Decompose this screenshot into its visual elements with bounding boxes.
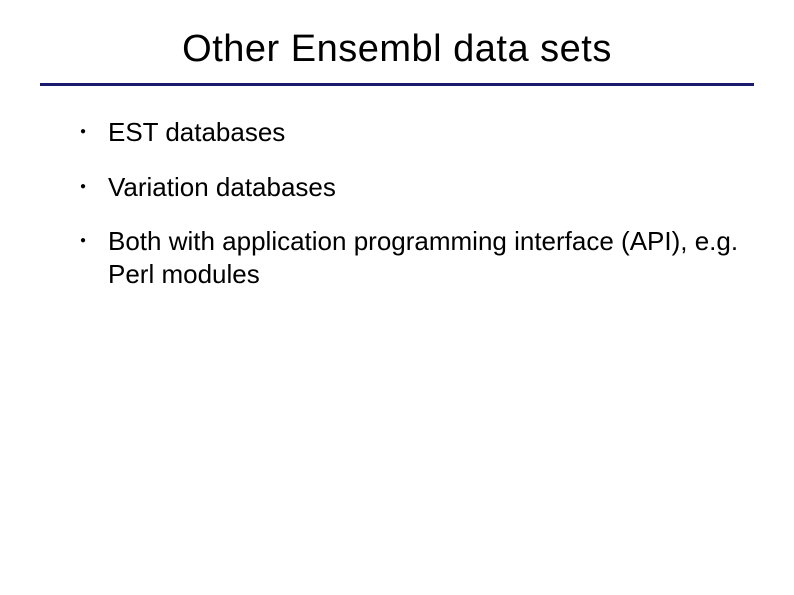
list-item: EST databases <box>80 116 754 149</box>
bullet-text: Variation databases <box>108 172 336 202</box>
bullet-text: Both with application programming interf… <box>108 226 738 289</box>
bullet-list: EST databases Variation databases Both w… <box>40 116 754 290</box>
slide: Other Ensembl data sets EST databases Va… <box>0 0 794 595</box>
title-divider <box>40 83 754 86</box>
list-item: Both with application programming interf… <box>80 225 754 290</box>
slide-title: Other Ensembl data sets <box>40 28 754 71</box>
bullet-text: EST databases <box>108 117 285 147</box>
list-item: Variation databases <box>80 171 754 204</box>
